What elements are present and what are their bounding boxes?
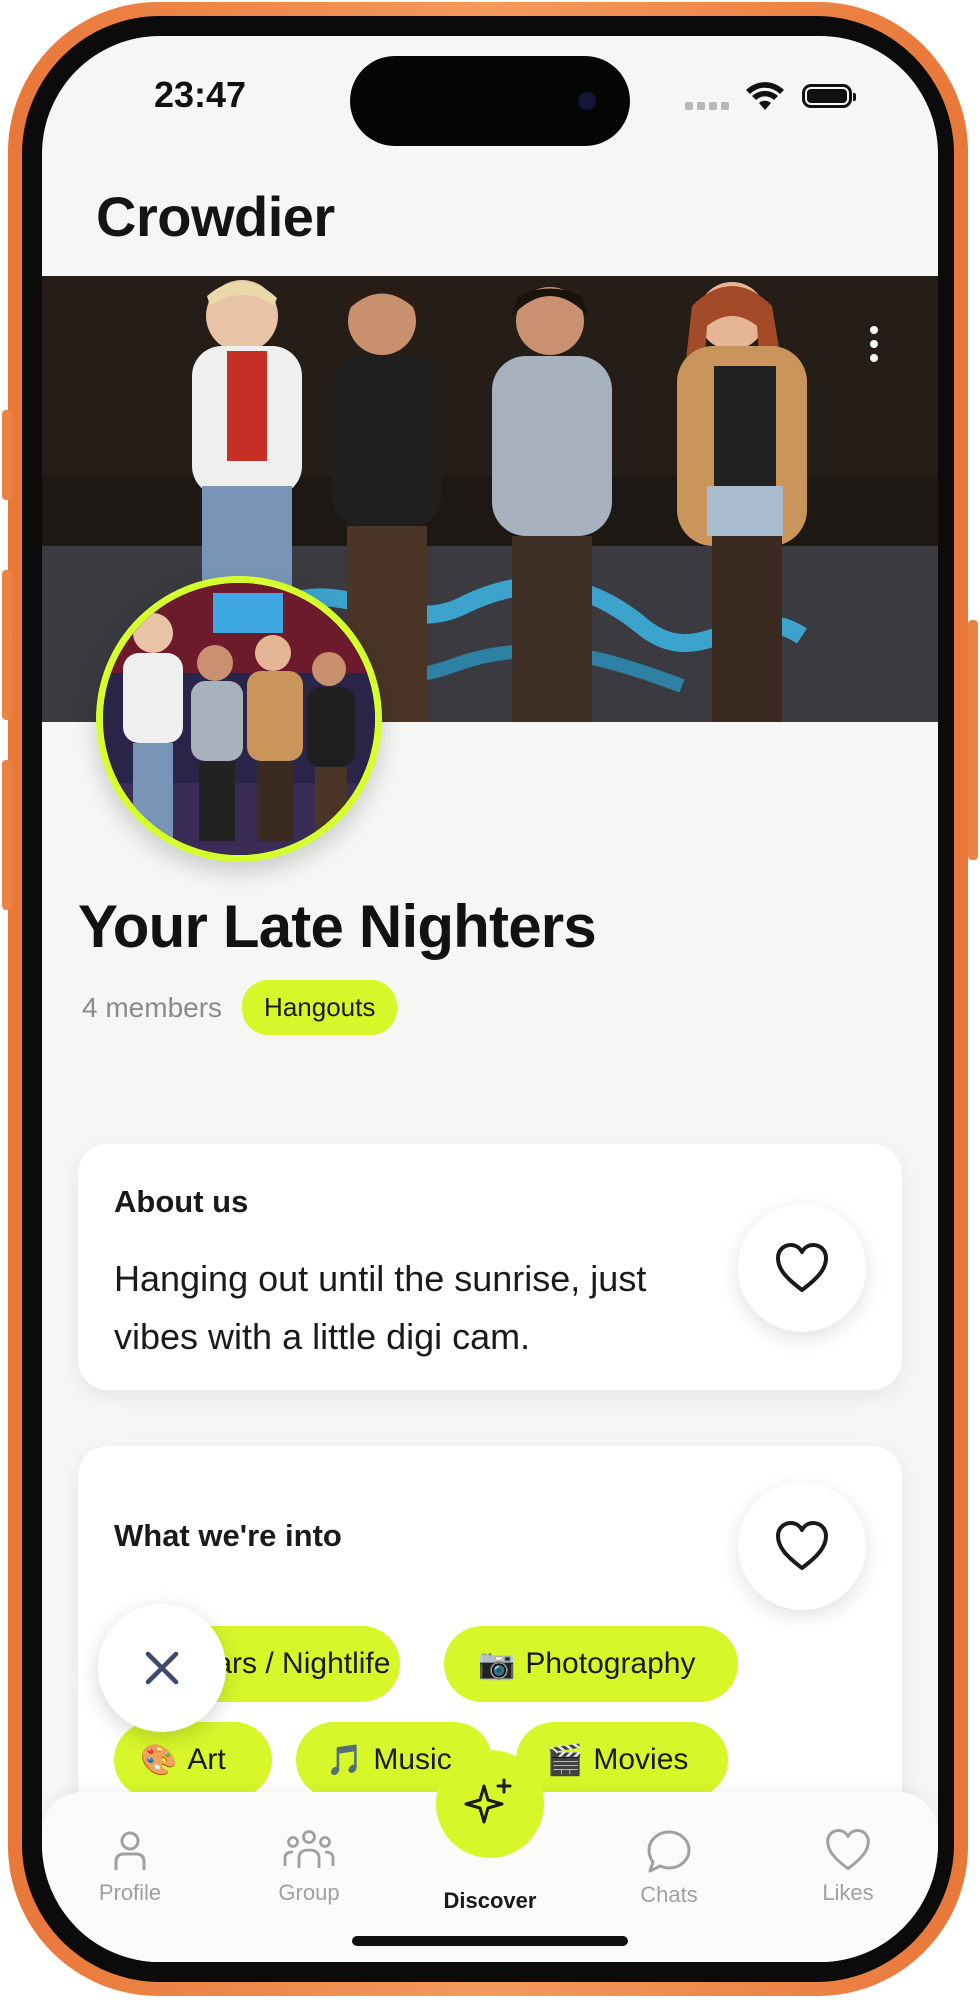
tab-group[interactable]: Group [239, 1828, 379, 1906]
about-heading: About us [114, 1184, 249, 1219]
clapperboard-icon: 🎬 [546, 1742, 584, 1778]
chip-label: Movies [593, 1743, 689, 1776]
home-indicator [352, 1936, 628, 1946]
chip-label: Music [373, 1743, 452, 1776]
music-note-icon: 🎵 [326, 1742, 364, 1778]
action-button [2, 410, 12, 500]
tab-label: Likes [822, 1880, 874, 1905]
pass-button[interactable] [98, 1604, 226, 1732]
group-name: Your Late Nighters [78, 893, 597, 960]
front-camera [578, 92, 596, 110]
tab-discover[interactable]: Discover [420, 1880, 560, 1914]
volume-down-button [2, 760, 12, 910]
discover-button[interactable] [436, 1750, 544, 1858]
chip-label: Art [187, 1743, 226, 1776]
person-icon [114, 1831, 146, 1870]
phone-screen: 23:47 Crowdier Your Late Nighters 4 memb… [42, 36, 938, 1962]
status-bar: 23:47 [42, 36, 938, 166]
volume-up-button [2, 570, 12, 720]
heart-icon [776, 1521, 828, 1570]
heart-icon [826, 1829, 870, 1871]
tab-label: Discover [443, 1888, 537, 1913]
interest-chip-movies[interactable]: 🎬 Movies [516, 1722, 728, 1798]
app-title: Crowdier [96, 185, 335, 248]
like-about-button[interactable] [738, 1204, 866, 1332]
like-interests-button[interactable] [738, 1482, 866, 1610]
close-icon [145, 1651, 179, 1685]
about-card: About us Hanging out until the sunrise, … [78, 1144, 902, 1390]
power-button [968, 620, 978, 860]
more-options-icon[interactable] [870, 326, 882, 362]
tab-profile[interactable]: Profile [60, 1828, 200, 1906]
wifi-icon [746, 82, 784, 110]
chat-bubble-icon [647, 1830, 691, 1873]
tab-likes[interactable]: Likes [778, 1828, 918, 1906]
heart-icon [776, 1243, 828, 1292]
cellular-signal-icon [685, 102, 729, 110]
interest-chip-photography[interactable]: 📷 Photography [444, 1626, 738, 1702]
interests-heading: What we're into [114, 1518, 342, 1553]
group-icon [283, 1830, 335, 1868]
tab-label: Profile [98, 1880, 162, 1905]
dynamic-island [350, 56, 630, 146]
group-meta: 4 members Hangouts [82, 980, 398, 1035]
sparkle-icon [464, 1778, 512, 1824]
tab-label: Chats [640, 1882, 698, 1907]
chip-label: Photography [525, 1647, 696, 1680]
status-time: 23:47 [154, 74, 247, 115]
battery-icon [802, 84, 856, 108]
camera-icon: 📷 [478, 1646, 516, 1682]
about-text: Hanging out until the sunrise, just vibe… [114, 1258, 647, 1357]
palette-icon: 🎨 [140, 1742, 178, 1778]
category-tag: Hangouts [242, 980, 398, 1035]
group-avatar-image [103, 583, 375, 855]
interest-chip-art[interactable]: 🎨 Art [114, 1722, 272, 1798]
tab-chats[interactable]: Chats [599, 1828, 739, 1908]
group-avatar [96, 576, 382, 862]
member-count: 4 members [82, 991, 223, 1023]
tab-label: Group [278, 1880, 340, 1905]
